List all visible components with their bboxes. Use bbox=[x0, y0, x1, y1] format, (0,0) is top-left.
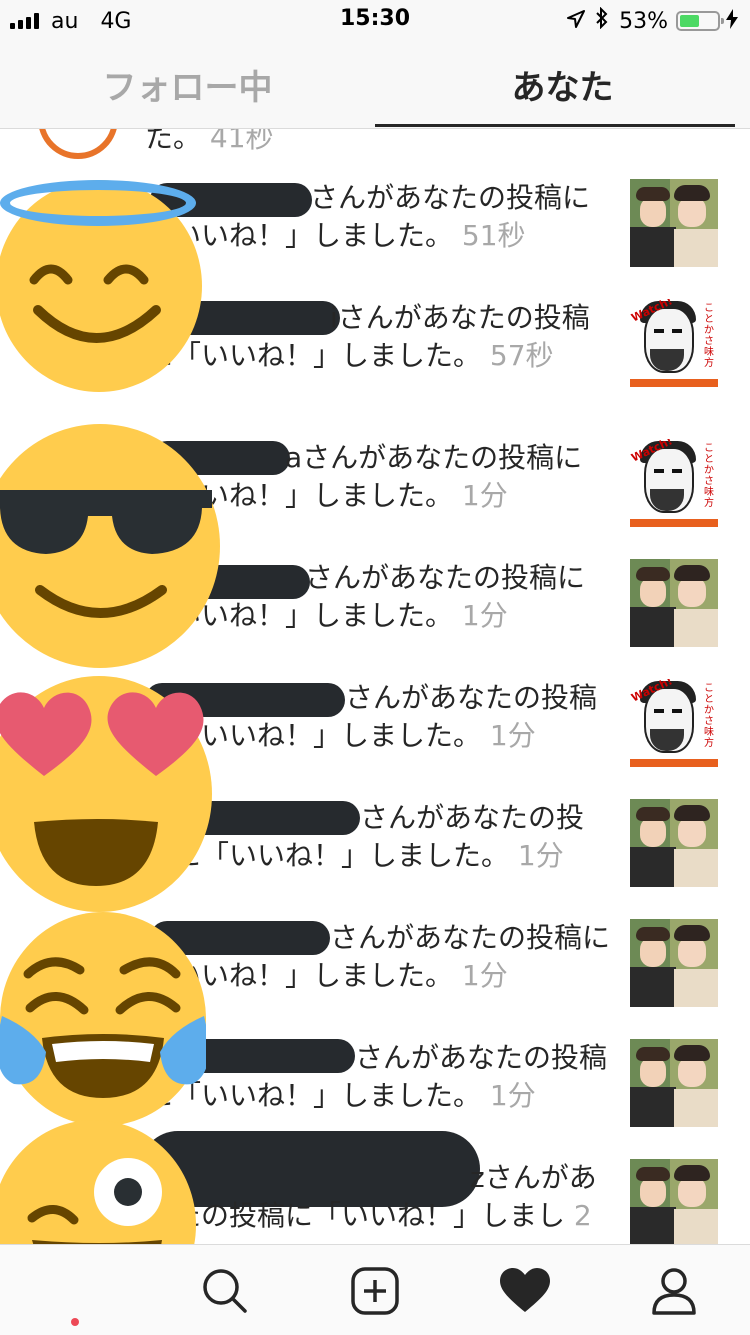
activity-tabs: フォロー中 あなた bbox=[0, 40, 750, 129]
notification-time: 1分 bbox=[489, 719, 536, 752]
post-thumbnail[interactable]: Watch! ことかさ 味方 bbox=[630, 439, 718, 527]
post-thumbnail[interactable] bbox=[630, 559, 718, 647]
post-thumbnail[interactable] bbox=[630, 1159, 718, 1244]
notification-text: さんがあなたの投稿に「いいね！」しました。 1分 bbox=[145, 801, 585, 872]
notification-text: iさんがあなたの投稿に「いいね！」しました。 57秒 bbox=[145, 301, 590, 372]
tab-following[interactable]: フォロー中 bbox=[0, 40, 375, 128]
post-thumbnail[interactable] bbox=[630, 799, 718, 887]
notification-text: さんがあなたの投稿に「いいね！」しました。 51秒 bbox=[145, 181, 591, 252]
activity-heart-icon[interactable] bbox=[497, 1263, 553, 1319]
post-thumbnail[interactable] bbox=[630, 179, 718, 267]
notification-time: 41秒 bbox=[209, 129, 274, 154]
notification-text: さんがあなたの投稿に「いいね！」しました。 1分 bbox=[145, 1041, 608, 1112]
notification-time: 51秒 bbox=[461, 219, 526, 252]
status-bar: au 4G 15:30 53% bbox=[0, 0, 750, 40]
notification-text: た。 41秒 bbox=[145, 129, 610, 157]
notification-time: 1分 bbox=[489, 1079, 536, 1112]
battery-icon bbox=[676, 11, 724, 31]
post-thumbnail[interactable] bbox=[630, 1039, 718, 1127]
profile-icon[interactable] bbox=[646, 1263, 702, 1319]
sunglasses-emoji bbox=[0, 424, 220, 668]
notification-time: 57秒 bbox=[489, 339, 554, 372]
notification-text: zさんがあなたの投稿に「いいね！」しまし 2分 bbox=[145, 1159, 610, 1244]
notification-time: 1分 bbox=[461, 959, 508, 992]
notification-text: さんがあなたの投稿に「いいね！」しました。 1分 bbox=[145, 681, 598, 752]
battery-percent: 53% bbox=[619, 8, 668, 34]
location-arrow-icon bbox=[567, 9, 586, 34]
notification-time: 1分 bbox=[461, 599, 508, 632]
notification-text: さんがあなたの投稿に「いいね！」しました。 1分 bbox=[145, 921, 611, 992]
halo-ring-icon bbox=[0, 180, 196, 226]
heart-eyes-emoji bbox=[0, 676, 212, 912]
tears-of-joy-emoji bbox=[0, 912, 206, 1126]
home-icon[interactable] bbox=[48, 1263, 104, 1319]
search-icon[interactable] bbox=[197, 1263, 253, 1319]
charging-bolt-icon bbox=[726, 8, 738, 34]
notification-row[interactable]: た。 41秒 bbox=[0, 129, 750, 169]
post-thumbnail[interactable] bbox=[630, 919, 718, 1007]
tab-you[interactable]: あなた bbox=[375, 40, 750, 128]
notification-time: 1分 bbox=[461, 479, 508, 512]
bluetooth-icon bbox=[595, 6, 609, 35]
post-thumbnail[interactable]: Watch! ことかさ 味方 bbox=[630, 299, 718, 387]
notification-time: 1分 bbox=[517, 839, 564, 872]
bottom-tab-bar bbox=[0, 1244, 750, 1335]
active-tab-indicator bbox=[375, 124, 735, 127]
post-thumbnail[interactable]: Watch! ことかさ 味方 bbox=[630, 679, 718, 767]
add-post-icon[interactable] bbox=[347, 1263, 403, 1319]
avatar[interactable] bbox=[38, 129, 118, 159]
notification-dot bbox=[71, 1318, 79, 1326]
